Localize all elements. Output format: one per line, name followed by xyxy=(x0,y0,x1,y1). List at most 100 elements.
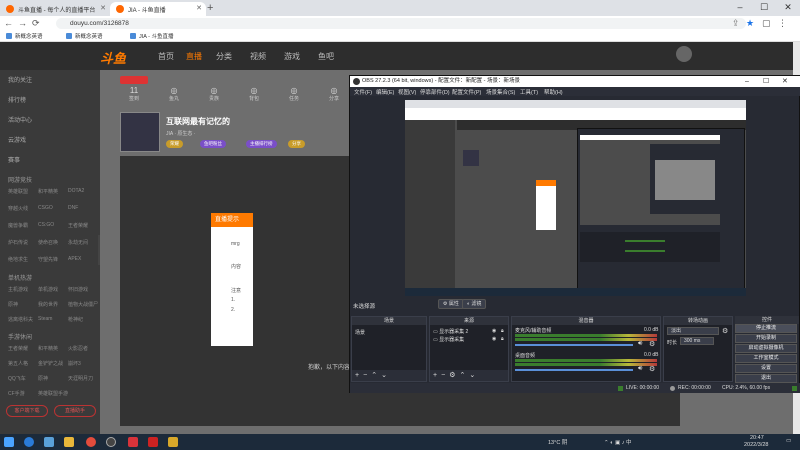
bookmark-item[interactable]: 新概念英语 xyxy=(66,32,103,40)
visibility-eye-icon[interactable]: ◉ xyxy=(492,328,496,334)
nav-yuba[interactable]: 鱼吧 xyxy=(318,51,334,62)
sidebar-category-link[interactable]: 第五人格 xyxy=(8,360,28,367)
remove-scene-icon[interactable]: − xyxy=(363,372,371,379)
sidebar-category-link[interactable]: APEX xyxy=(68,256,81,262)
sidebar-category-link[interactable]: 穿越火线 xyxy=(8,205,28,212)
sidebar-category-link[interactable]: 守望先锋 xyxy=(38,256,58,263)
bookmark-item[interactable]: 新概念英语 xyxy=(6,32,43,40)
tray-icons[interactable]: ⌃ ◐ ▣ ♪ 中 xyxy=(604,438,632,446)
track-settings-icon[interactable]: ⚙ xyxy=(649,365,655,373)
sidebar-category-link[interactable]: 植物大战僵尸 xyxy=(68,301,98,308)
track-settings-icon[interactable]: ⚙ xyxy=(649,340,655,348)
douyu-logo[interactable]: 斗鱼 xyxy=(100,48,144,66)
room-tag[interactable]: 荣耀 xyxy=(166,140,183,148)
settings-app-icon[interactable] xyxy=(44,437,54,447)
app-icon[interactable] xyxy=(148,437,158,447)
bookmark-item[interactable]: JIA - 斗鱼直播 xyxy=(130,32,174,40)
scene-item[interactable]: 场景 xyxy=(355,329,365,336)
browser-tab-active[interactable]: JIA - 斗鱼直播 ✕ xyxy=(110,2,206,16)
obs-menu-item[interactable]: 帮助(H) xyxy=(544,88,563,96)
close-tab-icon[interactable]: ✕ xyxy=(100,4,106,12)
user-avatar[interactable] xyxy=(676,46,692,62)
sidebar-category-link[interactable]: CSGO xyxy=(38,205,53,211)
filters-button[interactable]: ◐ 滤镜 xyxy=(462,299,487,309)
stat-item[interactable]: ◎ 背包 xyxy=(240,86,268,102)
sidebar-category-link[interactable]: DNF xyxy=(68,205,78,211)
duration-input[interactable]: 300 ms xyxy=(680,337,714,345)
obs-menu-item[interactable]: 文件(F) xyxy=(354,88,372,96)
sidebar-item-esports[interactable]: 赛事 xyxy=(8,155,20,164)
transition-select[interactable]: 淡出 xyxy=(667,327,719,335)
obs-minimize-icon[interactable]: – xyxy=(745,76,749,87)
sidebar-category-link[interactable]: 单机游戏 xyxy=(38,286,58,293)
forward-icon[interactable]: → xyxy=(18,18,27,28)
sidebar-category-link[interactable]: 原神 xyxy=(38,375,48,382)
menu-icon[interactable]: ⋮ xyxy=(778,18,787,29)
start-menu-icon[interactable] xyxy=(4,437,14,447)
source-settings-icon[interactable]: ⚙ xyxy=(449,372,459,379)
sidebar-category-link[interactable]: 主机游戏 xyxy=(8,286,28,293)
reload-icon[interactable]: ⟳ xyxy=(32,18,40,29)
speaker-icon[interactable]: 🔊︎ xyxy=(638,340,642,348)
obs-menu-item[interactable]: 编辑(E) xyxy=(376,88,394,96)
sidebar-item-cloudgame[interactable]: 云游戏 xyxy=(8,135,26,144)
nav-home[interactable]: 首页 xyxy=(158,51,174,62)
browser-tab[interactable]: 斗鱼直播 - 每个人的直播平台 ✕ xyxy=(0,2,110,16)
sidebar-category-link[interactable]: 我的世界 xyxy=(38,301,58,308)
nav-games[interactable]: 游戏 xyxy=(284,51,300,62)
bookmark-star-icon[interactable]: ★ xyxy=(746,18,754,29)
sidebar-category-link[interactable]: 天涯明月刀 xyxy=(68,375,93,382)
transition-settings-icon[interactable]: ⚙ xyxy=(722,327,728,335)
nav-video[interactable]: 视频 xyxy=(250,51,266,62)
room-tag[interactable]: 主播排行榜 xyxy=(246,140,277,148)
sidebar-category-link[interactable]: 王者荣耀 xyxy=(8,345,28,352)
obs-maximize-icon[interactable]: ☐ xyxy=(763,76,769,87)
sidebar-category-link[interactable]: 枪神纪 xyxy=(68,316,83,323)
sidebar-category-link[interactable]: 英雄联盟 xyxy=(8,188,28,195)
clock-date[interactable]: 2022/3/28 xyxy=(744,442,768,448)
anchor-avatar[interactable] xyxy=(120,112,160,152)
sidebar-item-follow[interactable]: 我的关注 xyxy=(8,75,32,84)
volume-slider[interactable] xyxy=(515,369,633,371)
clock-time[interactable]: 20:47 xyxy=(750,435,764,441)
sidebar-category-link[interactable]: 英雄联盟手游 xyxy=(38,390,68,397)
app-icon[interactable] xyxy=(168,437,178,447)
sidebar-category-link[interactable]: 永劫无间 xyxy=(68,239,88,246)
maximize-window-icon[interactable]: ☐ xyxy=(752,0,776,14)
sidebar-category-link[interactable]: 火影忍者 xyxy=(68,345,88,352)
source-item[interactable]: ▭ 显示器采集 2 xyxy=(433,328,468,335)
download-client-button[interactable]: 客户端下载 xyxy=(6,405,48,417)
properties-button[interactable]: ⚙ 属性 xyxy=(438,299,464,309)
lock-icon[interactable]: 🔒︎ xyxy=(501,336,504,342)
sidebar-category-link[interactable]: 绝地求生 xyxy=(8,256,28,263)
studio-mode-button[interactable]: 工作室模式 xyxy=(735,354,797,363)
close-tab-icon[interactable]: ✕ xyxy=(196,4,202,12)
obs-taskbar-icon[interactable] xyxy=(106,437,116,447)
sidebar-category-link[interactable]: 原神 xyxy=(8,301,18,308)
volume-slider[interactable] xyxy=(515,344,633,346)
chrome-icon[interactable] xyxy=(86,437,96,447)
obs-preview[interactable] xyxy=(405,100,746,296)
close-window-icon[interactable]: ✕ xyxy=(776,0,800,14)
sidebar-category-link[interactable]: CF手游 xyxy=(8,390,25,397)
weather-widget[interactable]: 13°C 阴 xyxy=(548,438,567,446)
sidebar-category-link[interactable]: 和平精英 xyxy=(38,345,58,352)
add-scene-icon[interactable]: + xyxy=(355,372,363,379)
sidebar-category-link[interactable]: 金铲铲之战 xyxy=(38,360,63,367)
sidebar-category-link[interactable]: CS:GO xyxy=(38,222,54,228)
start-recording-button[interactable]: 开始录制 xyxy=(735,334,797,343)
obs-menu-item[interactable]: 场景集合(S) xyxy=(486,88,515,96)
exit-button[interactable]: 退出 xyxy=(735,374,797,383)
move-up-icon[interactable]: ⌃ xyxy=(371,372,381,379)
move-down-icon[interactable]: ⌄ xyxy=(469,372,479,379)
stat-item[interactable]: ◎ 分享 xyxy=(320,86,348,102)
source-item[interactable]: ▭ 显示器采集 xyxy=(433,336,464,343)
sidebar-category-link[interactable]: QQ飞车 xyxy=(8,375,26,382)
back-icon[interactable]: ← xyxy=(4,18,13,28)
address-bar[interactable]: douyu.com/3126878 xyxy=(56,18,746,29)
file-explorer-icon[interactable] xyxy=(64,437,74,447)
stat-item[interactable]: ◎ 贵族 xyxy=(200,86,228,102)
nav-live[interactable]: 直播 xyxy=(186,51,202,62)
obs-menu-item[interactable]: 工具(T) xyxy=(520,88,538,96)
settings-button[interactable]: 设置 xyxy=(735,364,797,373)
